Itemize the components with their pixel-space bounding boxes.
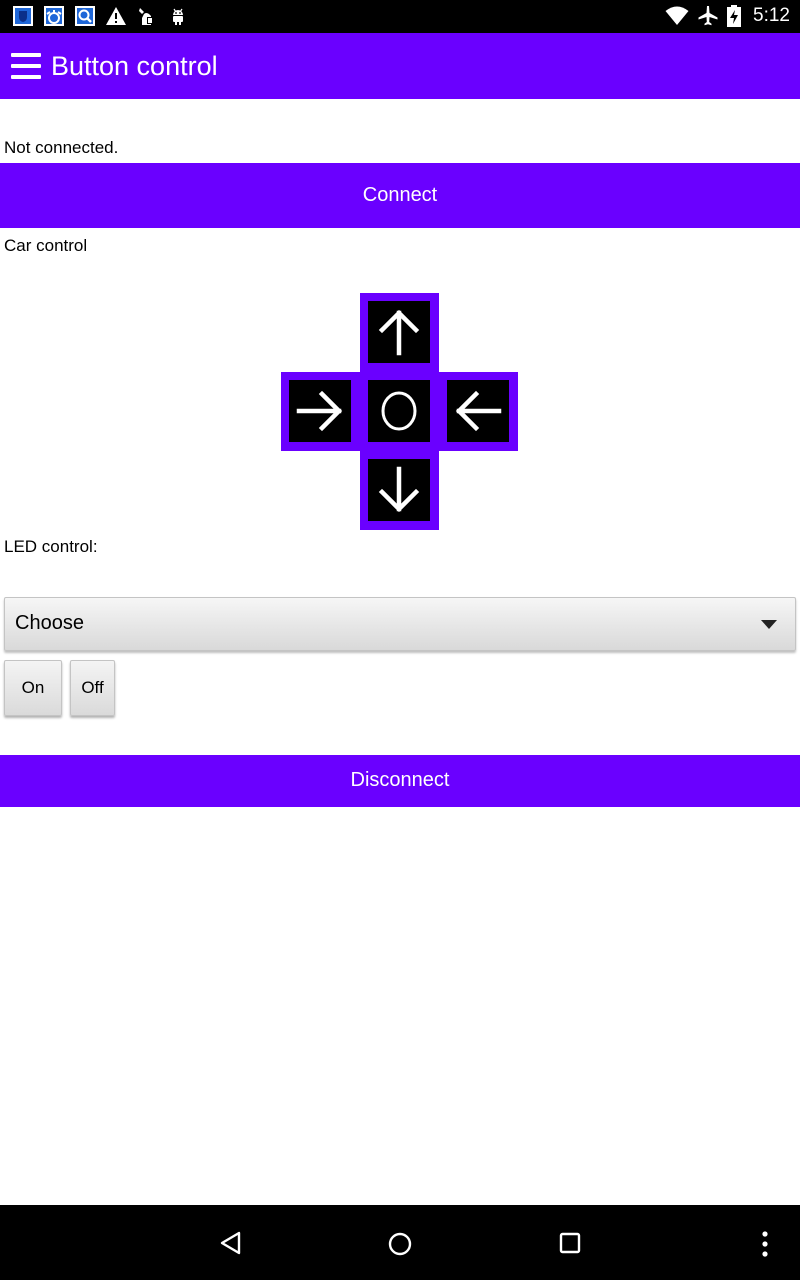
warning-icon	[106, 7, 126, 25]
back-icon[interactable]	[218, 1230, 244, 1256]
android-icon	[173, 8, 183, 25]
battery-charging-icon	[727, 5, 742, 27]
status-clock: 5:12	[753, 5, 790, 26]
spinner-selected-value: Choose	[15, 612, 84, 634]
hamburger-menu-icon[interactable]	[11, 53, 41, 79]
home-icon[interactable]	[386, 1230, 414, 1258]
airplane-mode-icon	[698, 6, 718, 26]
left-turn-button[interactable]	[439, 372, 518, 451]
led-on-button[interactable]: On	[4, 660, 62, 716]
screen: 5:12 Button control Not connected. Conne…	[0, 0, 800, 1280]
recents-icon[interactable]	[558, 1231, 582, 1255]
car-control-label: Car control	[4, 236, 88, 255]
settings-app-icon	[44, 6, 64, 26]
wifi-icon	[665, 6, 689, 25]
down-arrow-icon	[378, 466, 420, 513]
led-control-label: LED control:	[4, 537, 98, 556]
system-status-icons: 5:12	[665, 4, 790, 28]
usb-debug-icon	[139, 8, 153, 25]
led-off-button[interactable]: Off	[70, 660, 115, 716]
forward-button[interactable]	[360, 293, 439, 372]
disconnect-button[interactable]: Disconnect	[0, 755, 800, 807]
right-arrow-icon	[296, 390, 343, 432]
right-turn-button[interactable]	[281, 372, 360, 451]
connect-button[interactable]: Connect	[0, 163, 800, 228]
up-arrow-icon	[378, 309, 420, 356]
navigation-bar	[0, 1205, 800, 1280]
left-arrow-icon	[455, 390, 502, 432]
connection-status-text: Not connected.	[4, 138, 119, 157]
notification-icons	[12, 4, 189, 28]
shield-app-icon	[13, 6, 33, 26]
led-select-spinner[interactable]: Choose	[4, 597, 796, 651]
overflow-menu-icon[interactable]	[759, 1230, 771, 1258]
dropdown-arrow-icon	[761, 620, 777, 629]
page-title: Button control	[51, 51, 218, 81]
stop-button[interactable]	[360, 372, 439, 451]
search-app-icon	[75, 6, 95, 26]
app-bar: Button control	[0, 33, 800, 99]
backward-button[interactable]	[360, 451, 439, 530]
status-bar: 5:12	[0, 0, 800, 33]
stop-circle-icon	[381, 391, 417, 431]
